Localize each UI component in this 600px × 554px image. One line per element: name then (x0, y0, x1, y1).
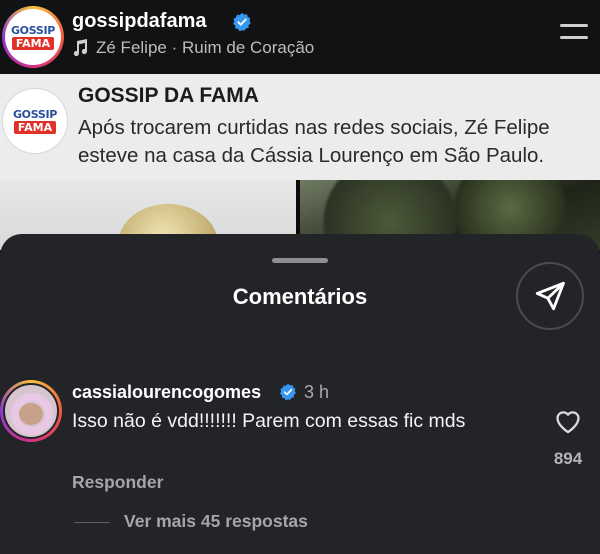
logo-top-text: GOSSIP (10, 23, 56, 37)
article-logo: GOSSIP FAMA (2, 88, 68, 154)
article-text: Após trocarem curtidas nas redes sociais… (78, 116, 550, 167)
post-header: GOSSIP FAMA gossipdafama Zé Felipe · Rui… (0, 0, 600, 74)
music-note-icon (73, 39, 88, 57)
music-info[interactable]: Zé Felipe · Ruim de Coração (72, 38, 314, 58)
like-count: 894 (553, 449, 583, 468)
avatar-logo: GOSSIP FAMA (5, 9, 61, 65)
logo-bottom-text: FAMA (11, 36, 55, 50)
article-logo-top: GOSSIP (12, 107, 58, 121)
comment-text: Isso não é vdd!!!!!!! Parem com essas fi… (72, 410, 466, 432)
reply-button[interactable]: Responder (72, 472, 163, 493)
heart-icon[interactable] (554, 408, 582, 434)
article-title: GOSSIP DA FAMA (78, 84, 259, 107)
verified-badge-icon (279, 383, 296, 401)
profile-avatar[interactable]: GOSSIP FAMA (2, 6, 64, 68)
view-more-replies-button[interactable]: Ver mais 45 respostas (124, 511, 308, 532)
post-username[interactable]: gossipdafama (72, 10, 206, 33)
replies-divider (74, 522, 110, 523)
comment-item: cassialourencogomes 3 h Isso não é vdd!!… (0, 234, 600, 554)
music-label: Zé Felipe · Ruim de Coração (96, 38, 315, 57)
verified-badge-icon (233, 12, 251, 32)
comment-username[interactable]: cassialourencogomes (72, 382, 261, 403)
comment-avatar[interactable] (0, 380, 62, 442)
comment-avatar-photo (3, 383, 59, 439)
article-logo-bottom: FAMA (13, 120, 57, 134)
menu-icon[interactable] (560, 24, 588, 44)
article-card: GOSSIP FAMA GOSSIP DA FAMA Após trocarem… (0, 74, 600, 180)
comment-time: 3 h (304, 382, 330, 402)
